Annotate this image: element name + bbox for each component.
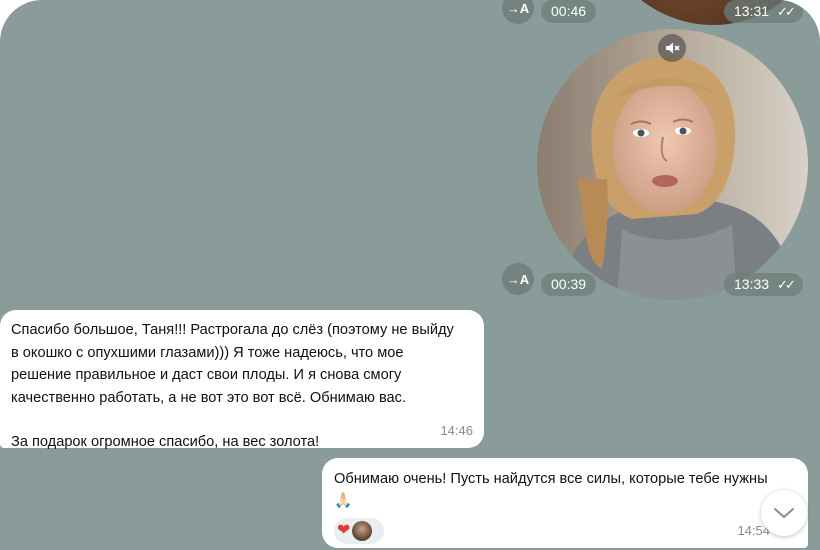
heart-reaction-icon[interactable]: ❤	[337, 523, 350, 539]
incoming-message-bubble[interactable]: Спасибо большое, Таня!!! Растрогала до с…	[0, 310, 484, 450]
translate-button-top[interactable]: →A	[502, 0, 534, 24]
outgoing-message-bubble[interactable]: Обнимаю очень! Пусть найдутся все силы, …	[322, 458, 808, 548]
read-checks-icon: ✓✓	[777, 4, 796, 19]
message-line: качественно работать, а не вот это вот в…	[11, 389, 406, 406]
message-line: решение правильное и даст свои плоды. И …	[11, 367, 402, 383]
scroll-to-bottom-button[interactable]	[761, 490, 807, 536]
chevron-down-icon	[774, 508, 794, 519]
translate-icon: →A	[506, 0, 530, 16]
message-text: Обнимаю очень! Пусть найдутся все силы, …	[334, 471, 768, 509]
reactions-bar[interactable]: ❤	[334, 518, 384, 544]
speaker-muted-icon	[666, 42, 680, 54]
message-time: 13:33 ✓✓	[724, 273, 803, 296]
translate-icon: →A	[506, 271, 530, 287]
video-duration: 00:39	[541, 273, 597, 296]
message-line: в окошко с опухшими глазами))) Я тоже на…	[11, 344, 404, 361]
praying-hands-emoji: 🙏🏻	[334, 493, 353, 509]
chat-area: →A 00:46 13:31 ✓✓ →A 00:39 13:33 ✓✓ Спас…	[0, 0, 820, 550]
video-note[interactable]	[537, 29, 808, 300]
video-note-frame	[537, 29, 808, 300]
reactor-avatar	[352, 521, 373, 541]
mute-button[interactable]	[658, 34, 686, 62]
message-time: 14:46	[440, 422, 473, 438]
message-line: За подарок огромное спасибо, на вес золо…	[11, 434, 320, 450]
translate-button[interactable]: →A	[502, 263, 534, 295]
message-line: Спасибо большое, Таня!!! Растрогала до с…	[11, 322, 454, 338]
read-checks-icon: ✓✓	[777, 277, 796, 292]
message-time-top: 13:31 ✓✓	[724, 0, 803, 23]
video-duration-top: 00:46	[541, 0, 597, 23]
